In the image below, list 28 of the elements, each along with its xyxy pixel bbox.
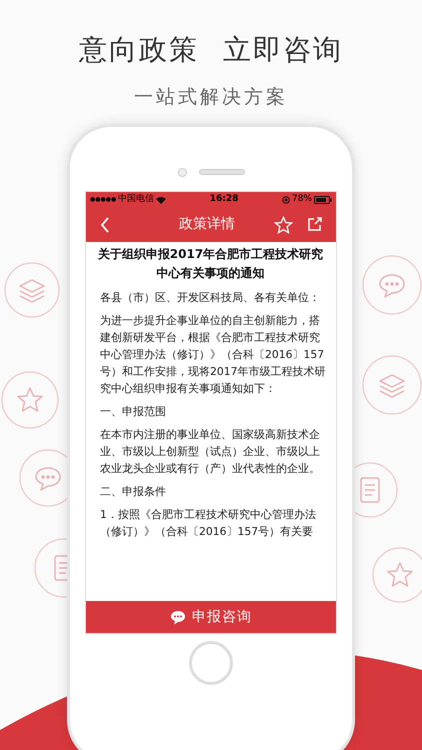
article-paragraph: 各县（市）区、开发区科技局、各有关单位： [100,290,321,306]
decoration-circle-icon [362,355,422,415]
decoration-circle-icon [4,262,60,318]
back-icon[interactable] [100,216,110,232]
carrier: 中国电信 [118,194,154,205]
chat-icon [170,610,186,624]
article-paragraph: 一、申报范围 [100,404,167,420]
article-paragraph: 为进一步提升企事业单位的自主创新能力，搭建创新研发平台，根据《合肥市工程技术研究中心管理办法（修订）》（合科〔2016〕157号）和工作安排，现将2017年市级工程技术研究中心组织申报有关事项通知如下： [100,313,326,397]
wifi-icon [156,196,166,204]
camera-icon [178,168,186,176]
article-title: 关于组织申报2017年合肥市工程技术研究中心有关事项的通知 [96,246,324,282]
headline: 立即咨询 [223,32,343,68]
battery-percent: 78% [292,194,312,205]
status-time: 16:28 [210,194,238,205]
article-paragraph: 1．按照《合肥市工程技术研究中心管理办法（修订）》（合科〔2016〕157号）有关要 [100,507,317,540]
subtitle: 一站式解决方案 [134,85,288,110]
speaker-icon [198,169,244,175]
article-paragraph: 二、申报条件 [100,484,167,500]
headline: 意向政策 [79,32,199,68]
share-icon[interactable] [307,217,322,232]
battery-icon [314,196,332,204]
decoration-circle-icon [1,371,59,429]
star-icon[interactable] [274,216,293,234]
lock-rotation-icon [282,196,290,204]
decoration-circle-icon [362,255,422,315]
consult-button[interactable]: 申报咨询 [86,601,336,633]
article-paragraph: 在本市内注册的事业单位、国家级高新技术企业、市级以上创新型（试点）企业、市级以上农业龙头企业或有行（产）业代表性的企业。 [100,427,321,477]
nav-title: 政策详情 [178,215,236,234]
